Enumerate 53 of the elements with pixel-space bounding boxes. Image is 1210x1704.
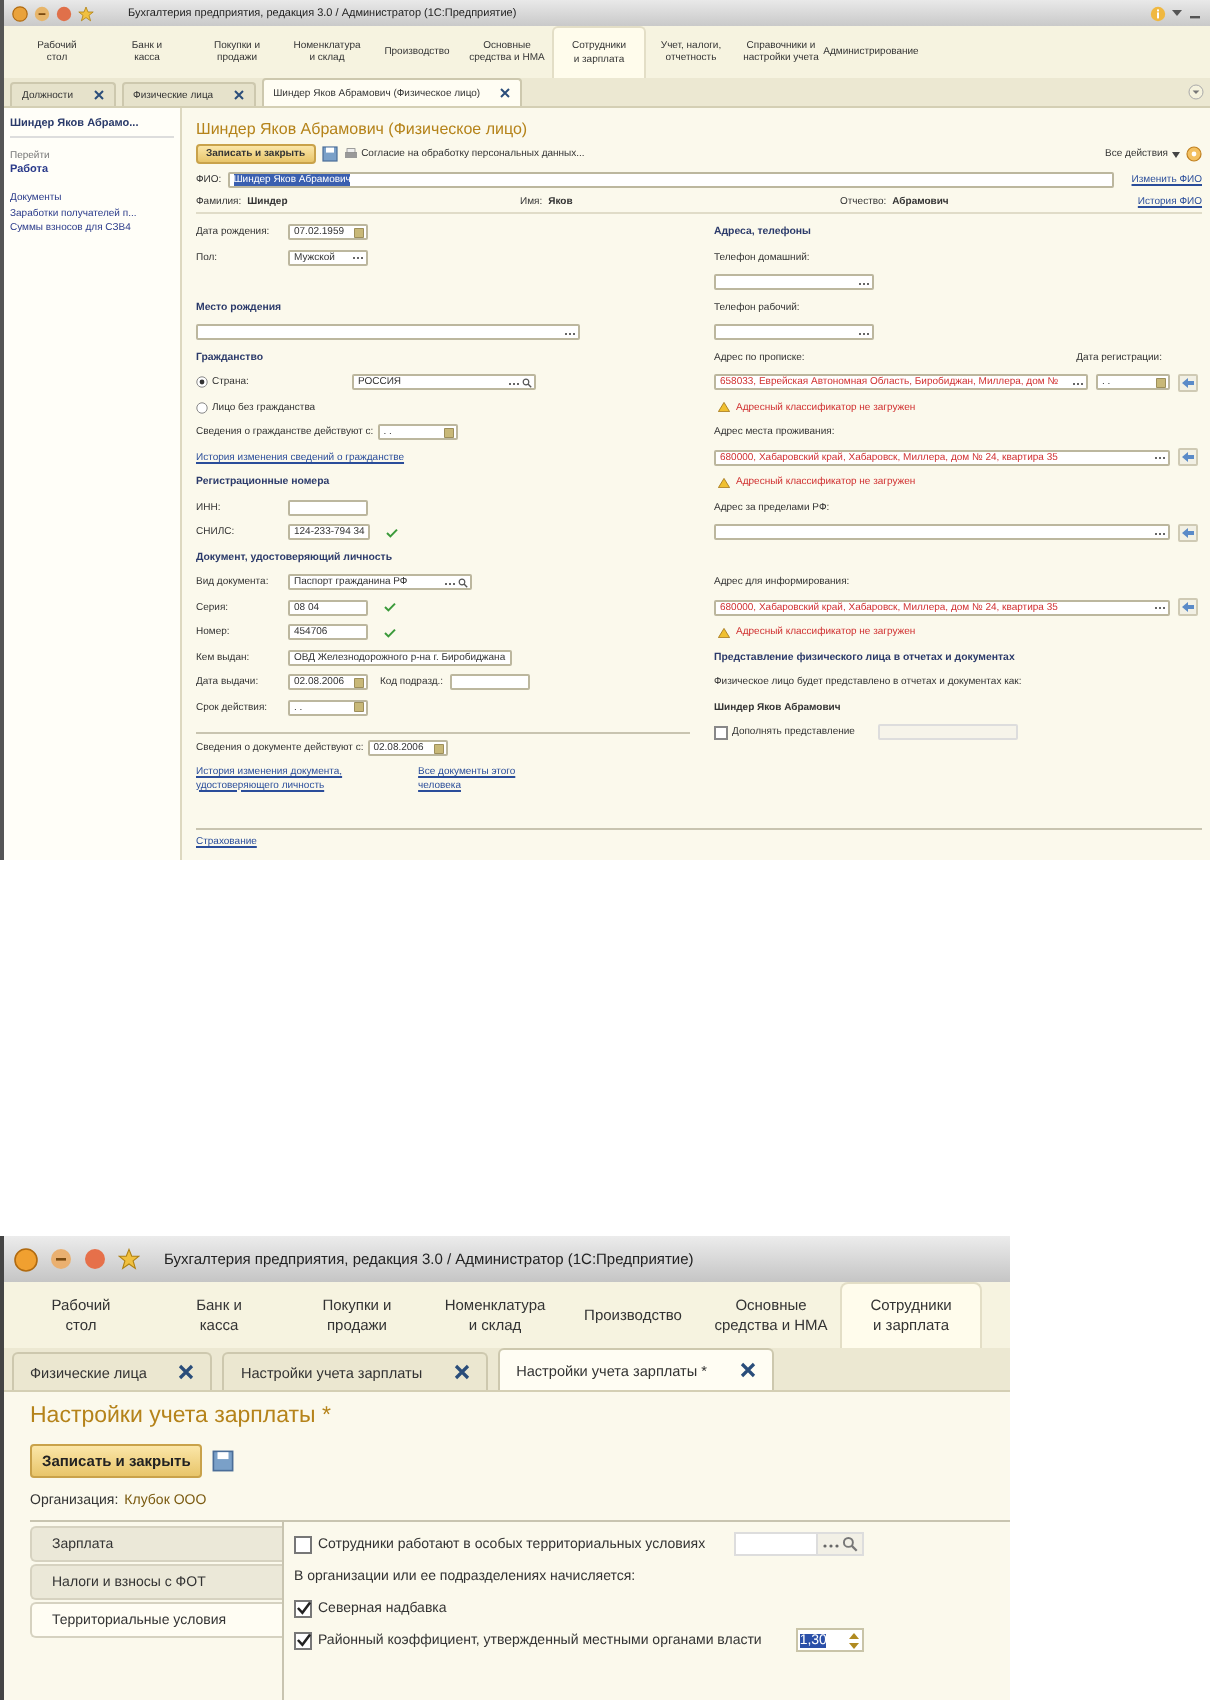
close-icon[interactable] <box>233 90 244 100</box>
radio-button[interactable] <box>196 376 208 389</box>
radio-button[interactable] <box>196 401 208 414</box>
address-action-button[interactable] <box>1178 373 1198 392</box>
help-icon[interactable] <box>1186 146 1202 162</box>
warning-icon <box>718 402 730 413</box>
calendar-icon[interactable] <box>354 677 364 688</box>
star-icon[interactable] <box>78 5 94 21</box>
search-icon[interactable] <box>458 577 468 588</box>
caret-icon[interactable] <box>1172 9 1182 17</box>
input-field[interactable] <box>449 674 530 691</box>
input-field[interactable] <box>196 324 580 341</box>
calendar-icon[interactable] <box>1156 377 1166 388</box>
address-action-button[interactable] <box>1178 523 1198 542</box>
search-icon[interactable] <box>522 377 532 388</box>
checkbox[interactable] <box>714 725 728 740</box>
checkbox[interactable] <box>294 1631 312 1649</box>
floppy-icon[interactable] <box>212 1449 235 1471</box>
calendar-icon[interactable] <box>433 743 444 753</box>
logo-icon <box>12 5 28 21</box>
phone-field[interactable] <box>714 324 874 341</box>
spin-arrows-icon[interactable] <box>847 1629 860 1651</box>
close-icon[interactable] <box>178 1364 195 1380</box>
calendar-icon[interactable] <box>354 702 364 713</box>
form-title: Настройки учета зарплаты * <box>30 1404 333 1432</box>
minimize-icon[interactable] <box>34 5 50 21</box>
floppy-icon[interactable] <box>321 146 338 162</box>
calendar-icon[interactable] <box>354 227 364 238</box>
close-icon[interactable] <box>739 1362 756 1378</box>
input-field[interactable] <box>878 724 1019 741</box>
checkbox[interactable] <box>294 1599 312 1617</box>
logo-icon <box>14 1247 38 1271</box>
warning-icon <box>718 627 730 638</box>
checkbox[interactable] <box>294 1535 312 1553</box>
search-icon[interactable] <box>841 1536 858 1552</box>
minimize-icon[interactable] <box>50 1248 72 1270</box>
address-action-button[interactable] <box>1178 598 1198 617</box>
close-icon[interactable] <box>454 1364 471 1380</box>
input-field[interactable] <box>288 499 368 516</box>
address-action-button[interactable] <box>1178 448 1198 467</box>
address-field[interactable] <box>714 524 1170 541</box>
chevron-icon[interactable] <box>1188 84 1204 100</box>
close-icon[interactable] <box>500 88 511 98</box>
form-title: Шиндер Яков Абрамович (Физическое лицо) <box>196 118 530 142</box>
phone-field[interactable] <box>714 274 874 291</box>
warning-icon <box>718 477 730 488</box>
close-icon[interactable] <box>93 90 104 100</box>
star-icon[interactable] <box>118 1248 140 1270</box>
calendar-icon[interactable] <box>443 427 454 438</box>
input-field[interactable] <box>733 1532 864 1556</box>
more-icon[interactable] <box>821 1540 840 1548</box>
caret-icon <box>1172 151 1180 157</box>
printer-icon <box>343 148 358 160</box>
